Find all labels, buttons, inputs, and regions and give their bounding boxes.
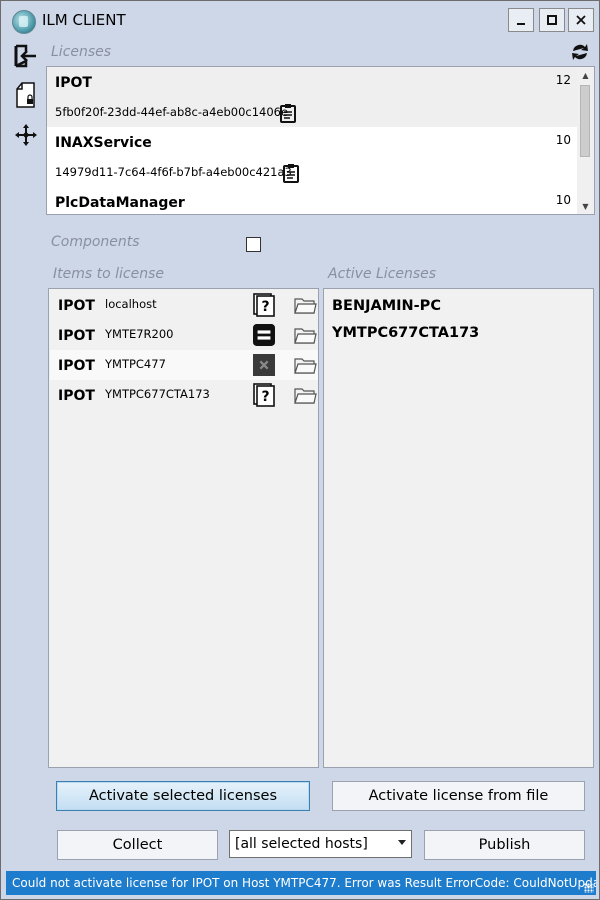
- refresh-button[interactable]: [569, 41, 593, 63]
- license-count: 10: [555, 193, 571, 207]
- license-guid: 14979d11-7c64-4f6f-b7bf-a4eb00c421a3: [55, 165, 292, 179]
- licenses-list[interactable]: IPOT 12 5fb0f20f-23dd-44ef-ab8c-a4eb00c1…: [46, 66, 595, 215]
- folder-icon[interactable]: [293, 385, 317, 405]
- folder-icon[interactable]: [293, 355, 317, 375]
- minimize-icon: [517, 23, 525, 25]
- clipboard-icon[interactable]: [281, 163, 301, 183]
- status-bar: Could not activate license for IPOT on H…: [6, 871, 596, 895]
- license-file-button[interactable]: [12, 81, 40, 109]
- item-host: localhost: [105, 297, 157, 311]
- license-item[interactable]: IPOT 12 5fb0f20f-23dd-44ef-ab8c-a4eb00c1…: [47, 67, 577, 127]
- maximize-icon: [547, 15, 557, 25]
- clipboard-icon[interactable]: [278, 103, 298, 123]
- item-host: YMTPC677CTA173: [105, 387, 210, 401]
- publish-button[interactable]: Publish: [424, 830, 585, 860]
- active-license-item[interactable]: YMTPC677CTA173: [332, 325, 479, 341]
- items-to-license-label: Items to license: [53, 266, 164, 282]
- license-name: PlcDataManager: [55, 195, 185, 211]
- svg-text:?: ?: [261, 299, 269, 315]
- item-row[interactable]: IPOT YMTPC677CTA173 ?: [50, 380, 318, 410]
- licenses-scrollbar[interactable]: ▲ ▼: [577, 67, 594, 214]
- title-bar: ILM CLIENT: [1, 1, 599, 39]
- collect-button[interactable]: Collect: [57, 830, 218, 860]
- license-file-icon: [16, 82, 35, 108]
- close-icon: [576, 15, 586, 25]
- scroll-down-icon[interactable]: ▼: [577, 198, 594, 214]
- move-arrows-icon: [15, 124, 37, 146]
- license-guid: 5fb0f20f-23dd-44ef-ab8c-a4eb00c1406e: [55, 105, 289, 119]
- license-count: 10: [555, 133, 571, 147]
- logout-icon: [14, 44, 36, 68]
- maximize-button[interactable]: [539, 8, 565, 32]
- question-docs-icon[interactable]: ?: [253, 383, 275, 407]
- app-logo-icon: [12, 10, 36, 34]
- chevron-down-icon: [398, 840, 406, 845]
- active-licenses-label: Active Licenses: [328, 266, 437, 282]
- license-item[interactable]: PlcDataManager 10: [47, 187, 577, 214]
- item-row[interactable]: IPOT YMTE7R200: [50, 320, 318, 350]
- item-row[interactable]: IPOT YMTPC477: [50, 350, 318, 380]
- move-button[interactable]: [12, 121, 40, 149]
- license-name: IPOT: [55, 75, 92, 91]
- equals-icon[interactable]: [253, 323, 275, 347]
- window-title: ILM CLIENT: [42, 11, 126, 29]
- close-button[interactable]: [568, 8, 594, 32]
- item-host: YMTPC477: [105, 357, 166, 371]
- licenses-label: Licenses: [51, 44, 112, 60]
- host-select-value: [all selected hosts]: [235, 836, 368, 852]
- item-host: YMTE7R200: [105, 327, 174, 341]
- svg-text:?: ?: [261, 389, 269, 405]
- activate-from-file-button[interactable]: Activate license from file: [332, 781, 585, 811]
- status-message: Could not activate license for IPOT on H…: [12, 876, 596, 890]
- license-name: INAXService: [55, 135, 152, 151]
- item-product: IPOT: [58, 358, 95, 374]
- scroll-thumb[interactable]: [580, 85, 590, 157]
- active-licenses-list[interactable]: BENJAMIN-PC YMTPC677CTA173: [323, 288, 594, 768]
- item-row[interactable]: IPOT localhost ?: [50, 290, 318, 320]
- host-select[interactable]: [all selected hosts]: [229, 830, 412, 858]
- refresh-icon: [572, 44, 588, 60]
- components-checkbox[interactable]: [246, 237, 261, 252]
- app-window: ILM CLIENT Licenses IPOT 12 5fb0f20f-23d…: [0, 0, 600, 900]
- item-product: IPOT: [58, 388, 95, 404]
- question-docs-icon[interactable]: ?: [253, 293, 275, 317]
- active-license-item[interactable]: BENJAMIN-PC: [332, 298, 441, 314]
- folder-icon[interactable]: [293, 295, 317, 315]
- resize-grip-icon[interactable]: [584, 883, 594, 893]
- components-label: Components: [51, 234, 140, 250]
- scroll-up-icon[interactable]: ▲: [577, 67, 594, 83]
- item-product: IPOT: [58, 298, 95, 314]
- logout-button[interactable]: [12, 42, 40, 70]
- error-x-icon[interactable]: [253, 353, 275, 377]
- folder-icon[interactable]: [293, 325, 317, 345]
- minimize-button[interactable]: [508, 8, 534, 32]
- license-count: 12: [555, 73, 571, 87]
- activate-selected-button[interactable]: Activate selected licenses: [56, 781, 310, 811]
- item-product: IPOT: [58, 328, 95, 344]
- items-to-license-list[interactable]: IPOT localhost ? IPOT YMTE7R200 IPOT YMT…: [48, 288, 319, 768]
- license-item[interactable]: INAXService 10 14979d11-7c64-4f6f-b7bf-a…: [47, 127, 577, 187]
